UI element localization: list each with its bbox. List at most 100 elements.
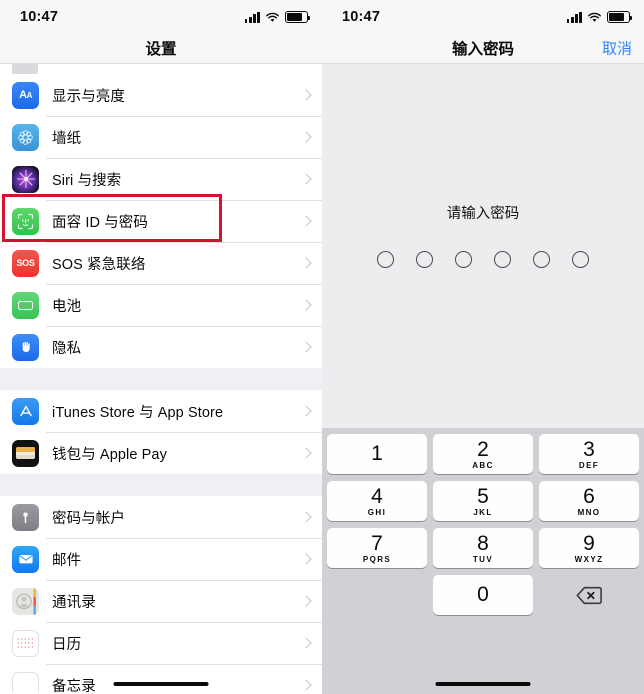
passcode-body: 请输入密码: [322, 64, 644, 428]
sidebar-item-battery[interactable]: 电池: [0, 284, 322, 326]
chevron-right-icon: [300, 447, 312, 459]
settings-list-scroll[interactable]: AA 显示与亮度 墙纸 Siri 与搜索 面容 ID 与密码 SOS SOS 紧…: [0, 64, 322, 693]
sidebar-item-notes[interactable]: 备忘录: [0, 664, 322, 693]
sidebar-item-mail[interactable]: 邮件: [0, 538, 322, 580]
row-label: 邮件: [52, 552, 82, 569]
key-6[interactable]: 6 MNO: [539, 481, 639, 521]
sidebar-item-emergency-sos[interactable]: SOS SOS 紧急联络: [0, 242, 322, 284]
sidebar-item-wallpaper[interactable]: 墙纸: [0, 116, 322, 158]
wifi-icon: [266, 12, 279, 22]
passcode-dot: [494, 251, 511, 268]
key-number: 1: [371, 442, 383, 465]
numeric-keypad: 1 2 ABC 3 DEF 4 GHI 5 JKL 6 MNO 7 PQRS 8…: [322, 428, 644, 694]
keypad-spacer: [327, 575, 427, 615]
key-4[interactable]: 4 GHI: [327, 481, 427, 521]
battery-icon: [607, 11, 633, 23]
wallet-icon: [12, 439, 39, 467]
key-number: 2: [477, 437, 489, 461]
display-brightness-icon: AA: [12, 81, 39, 109]
key-number: 6: [583, 484, 595, 508]
sidebar-item-wallet-apple-pay[interactable]: 钱包与 Apple Pay: [0, 432, 322, 474]
passwords-key-icon: [12, 503, 39, 531]
chevron-right-icon: [300, 553, 312, 565]
sidebar-item-face-id-passcode[interactable]: 面容 ID 与密码: [0, 200, 322, 242]
chevron-right-icon: [300, 215, 312, 227]
key-number: 5: [477, 484, 489, 508]
group-separator: [0, 368, 322, 390]
backspace-delete-icon[interactable]: [539, 575, 639, 615]
chevron-right-icon: [300, 341, 312, 353]
passcode-prompt: 请输入密码: [446, 206, 520, 222]
key-letters: GHI: [367, 507, 387, 517]
keypad-row: 1 2 ABC 3 DEF: [326, 434, 640, 474]
privacy-hand-icon: [12, 333, 39, 361]
passcode-dot: [416, 251, 433, 268]
key-5[interactable]: 5 JKL: [433, 481, 533, 521]
battery-settings-icon: [12, 291, 39, 319]
row-label: 面容 ID 与密码: [52, 214, 148, 231]
key-9[interactable]: 9 WXYZ: [539, 528, 639, 568]
settings-group-1: AA 显示与亮度 墙纸 Siri 与搜索 面容 ID 与密码 SOS SOS 紧…: [0, 74, 322, 368]
left-status-bar: 10:47: [0, 0, 322, 32]
row-label: 通讯录: [52, 594, 96, 611]
wifi-icon: [588, 12, 601, 22]
key-3[interactable]: 3 DEF: [539, 434, 639, 474]
key-letters: DEF: [578, 460, 600, 470]
settings-group-3: 密码与帐户 邮件 通讯录 • • • • • • • • • • • • • •…: [0, 496, 322, 693]
battery-icon: [285, 11, 311, 23]
face-id-icon: [12, 207, 39, 235]
status-icons: [566, 11, 633, 23]
passcode-dot: [377, 251, 394, 268]
key-number: 9: [583, 531, 595, 555]
sidebar-item-privacy[interactable]: 隐私: [0, 326, 322, 368]
passcode-dot: [533, 251, 550, 268]
key-7[interactable]: 7 PQRS: [327, 528, 427, 568]
app-store-icon: [12, 397, 39, 425]
siri-icon: [12, 165, 39, 193]
chevron-right-icon: [300, 595, 312, 607]
row-label: Siri 与搜索: [52, 172, 122, 189]
key-number: 7: [371, 531, 383, 555]
chevron-right-icon: [300, 405, 312, 417]
key-1[interactable]: 1: [327, 434, 427, 474]
page-title: 设置: [145, 40, 177, 58]
sidebar-item-siri-search[interactable]: Siri 与搜索: [0, 158, 322, 200]
chevron-right-icon: [300, 173, 312, 185]
emergency-sos-icon: SOS: [12, 249, 39, 277]
key-number: 8: [477, 531, 489, 555]
row-label: 电池: [52, 298, 82, 315]
sidebar-item-display-brightness[interactable]: AA 显示与亮度: [0, 74, 322, 116]
row-label: 显示与亮度: [52, 88, 125, 105]
cancel-button[interactable]: 取消: [602, 37, 632, 58]
keypad-row: 7 PQRS 8 TUV 9 WXYZ: [326, 528, 640, 568]
row-label: SOS 紧急联络: [52, 256, 146, 273]
passcode-dot: [455, 251, 472, 268]
chevron-right-icon: [300, 637, 312, 649]
key-2[interactable]: 2 ABC: [433, 434, 533, 474]
row-label: 备忘录: [52, 678, 96, 694]
row-label: 日历: [52, 636, 82, 653]
chevron-right-icon: [300, 257, 312, 269]
sidebar-item-itunes-app-store[interactable]: iTunes Store 与 App Store: [0, 390, 322, 432]
key-8[interactable]: 8 TUV: [433, 528, 533, 568]
key-letters: MNO: [577, 507, 601, 517]
chevron-right-icon: [300, 89, 312, 101]
home-indicator: [113, 681, 209, 686]
notes-icon: [12, 671, 39, 693]
row-label: 钱包与 Apple Pay: [52, 446, 167, 463]
row-label: 密码与帐户: [52, 510, 125, 527]
passcode-dots: [377, 251, 589, 268]
sidebar-item-contacts[interactable]: 通讯录: [0, 580, 322, 622]
signal-bars-icon: [566, 11, 582, 23]
passcode-title: 输入密码: [451, 40, 514, 58]
signal-bars-icon: [244, 11, 260, 23]
key-number: 4: [371, 484, 383, 508]
chevron-right-icon: [300, 679, 312, 691]
sidebar-item-passwords-accounts[interactable]: 密码与帐户: [0, 496, 322, 538]
key-0[interactable]: 0: [433, 575, 533, 615]
wallpaper-icon: [12, 123, 39, 151]
sidebar-item-calendar[interactable]: • • • • • • • • • • • • • • • 日历: [0, 622, 322, 664]
row-label: 墙纸: [52, 130, 82, 147]
row-label: 隐私: [52, 340, 82, 357]
key-number: 0: [477, 583, 489, 606]
